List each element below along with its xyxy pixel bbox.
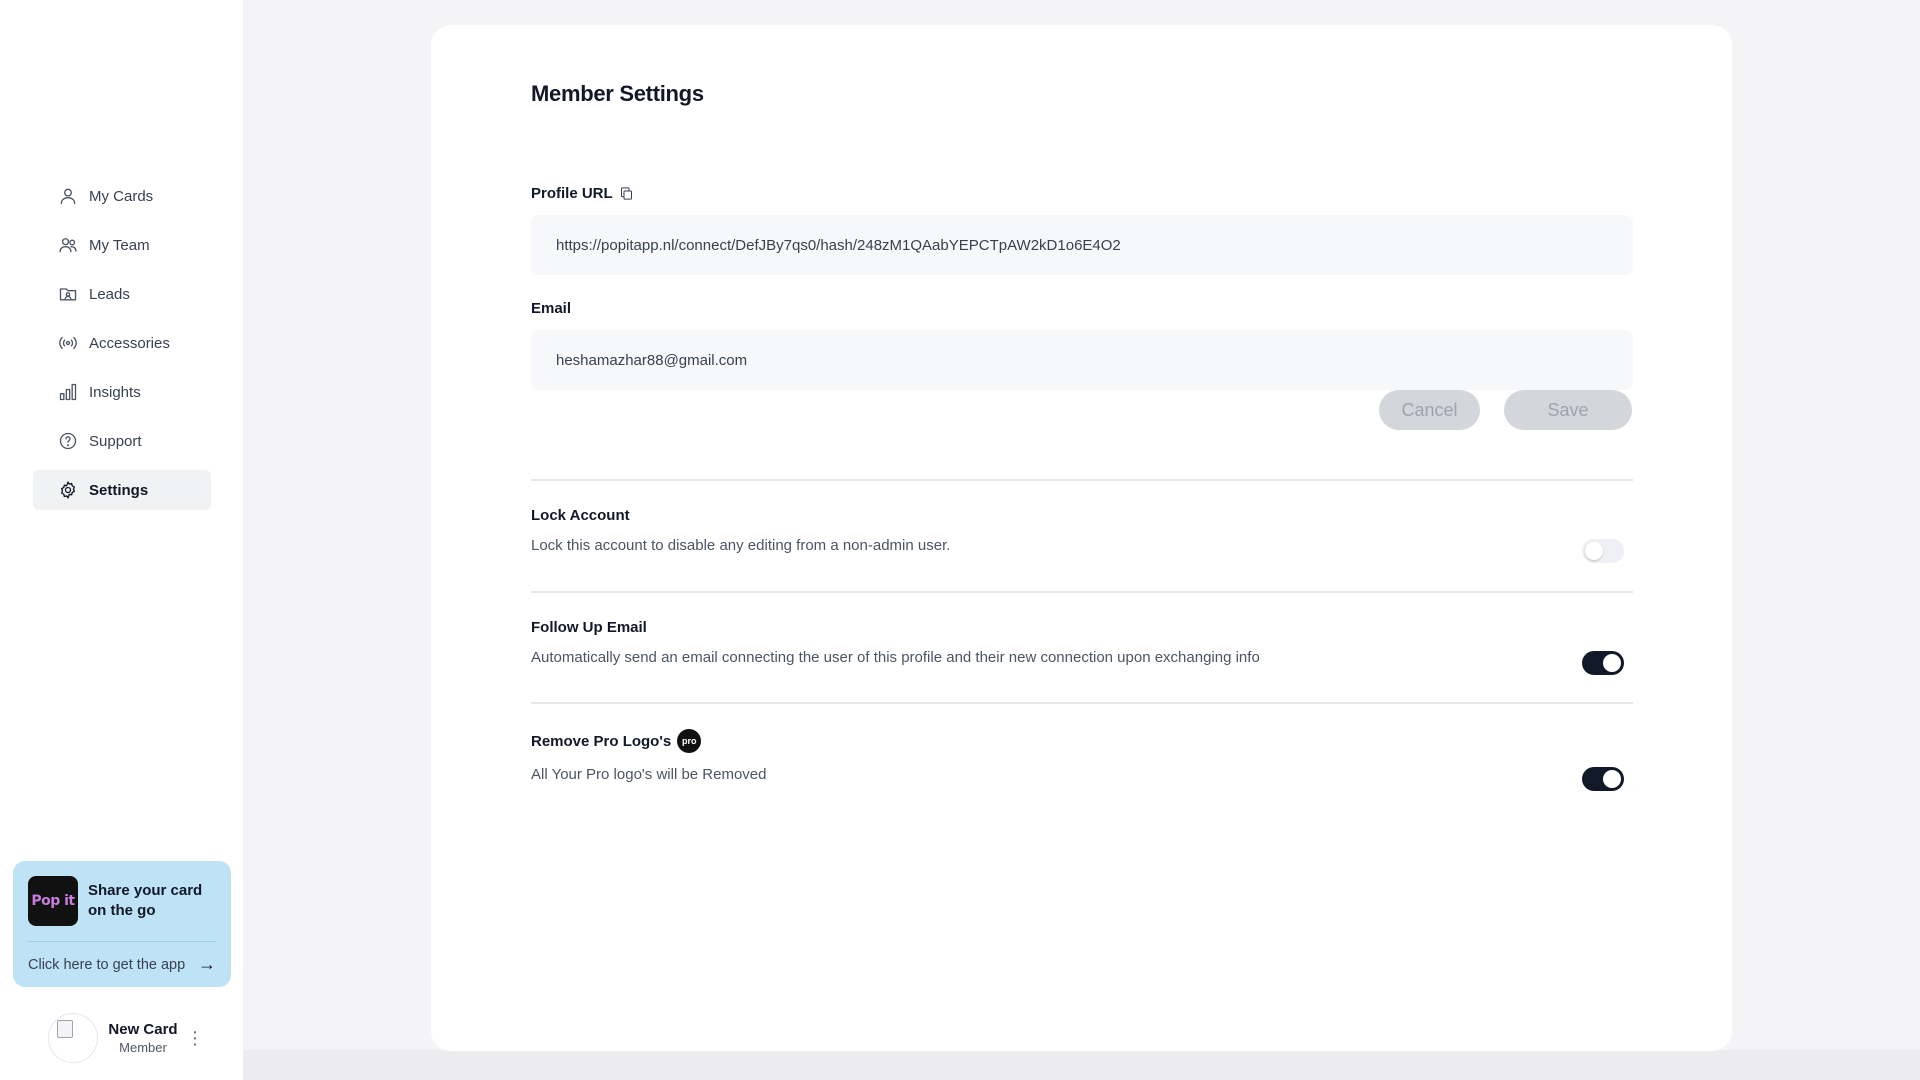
more-options-icon[interactable]: ⋮: [186, 1028, 204, 1049]
profile-url-label-text: Profile URL: [531, 185, 613, 202]
profile-url-label: Profile URL: [531, 185, 634, 202]
toggle-knob: [1603, 654, 1621, 672]
follow-up-email-title: Follow Up Email: [531, 619, 647, 636]
get-app-banner[interactable]: Pop it Share your card on the go Click h…: [13, 861, 231, 987]
avatar: [48, 1013, 98, 1063]
sidebar-item-accessories[interactable]: Accessories: [33, 323, 211, 363]
get-app-link-label: Click here to get the app: [28, 956, 186, 973]
get-app-link[interactable]: Click here to get the app →: [28, 954, 216, 975]
sidebar-item-leads[interactable]: Leads: [33, 274, 211, 314]
broadcast-icon: [58, 333, 78, 353]
arrow-right-icon: →: [198, 954, 216, 974]
toggle-knob: [1603, 770, 1621, 788]
bar-chart-icon: [58, 382, 78, 402]
promo-divider: [28, 941, 216, 942]
lock-account-toggle[interactable]: [1582, 539, 1624, 563]
team-icon: [58, 235, 78, 255]
user-name: New Card: [108, 1021, 178, 1038]
settings-panel: Member Settings Profile URL Email Cancel…: [431, 25, 1732, 1051]
footer-strip: [243, 1050, 1920, 1080]
user-profile[interactable]: New Card Member ⋮: [48, 1012, 208, 1064]
sidebar-item-label: Leads: [89, 285, 130, 303]
remove-pro-logos-toggle[interactable]: [1582, 767, 1624, 791]
sidebar-item-my-cards[interactable]: My Cards: [33, 176, 211, 216]
sidebar-item-label: My Cards: [89, 187, 154, 205]
user-icon: [58, 186, 78, 206]
gear-icon: [58, 480, 78, 500]
lock-account-description: Lock this account to disable any editing…: [531, 537, 951, 554]
divider: [531, 479, 1633, 481]
follow-up-email-description: Automatically send an email connecting t…: [531, 649, 1260, 666]
sidebar-item-insights[interactable]: Insights: [33, 372, 211, 412]
sidebar-item-support[interactable]: Support: [33, 421, 211, 461]
sidebar-nav: My Cards My Team Leads Accessories Insig…: [33, 176, 211, 519]
help-icon: [58, 431, 78, 451]
popit-logo: Pop it: [28, 876, 78, 926]
email-field[interactable]: [531, 330, 1633, 390]
remove-pro-logos-title: Remove Pro Logo's pro: [531, 729, 702, 753]
sidebar: My Cards My Team Leads Accessories Insig…: [0, 0, 243, 1080]
sidebar-item-label: Support: [89, 432, 142, 450]
sidebar-item-settings[interactable]: Settings: [33, 470, 211, 510]
lock-account-title: Lock Account: [531, 507, 630, 524]
remove-pro-logos-title-text: Remove Pro Logo's: [531, 732, 672, 750]
profile-url-input[interactable]: [556, 236, 1608, 254]
follow-up-email-toggle[interactable]: [1582, 651, 1624, 675]
user-role: Member: [119, 1040, 167, 1055]
toggle-knob: [1585, 542, 1603, 560]
email-label: Email: [531, 300, 572, 317]
sidebar-item-label: Accessories: [89, 334, 170, 352]
sidebar-item-my-team[interactable]: My Team: [33, 225, 211, 265]
sidebar-item-label: My Team: [89, 236, 150, 254]
leads-icon: [58, 284, 78, 304]
cancel-button[interactable]: Cancel: [1379, 390, 1480, 430]
divider: [531, 591, 1633, 593]
copy-icon[interactable]: [619, 186, 634, 201]
page-title: Member Settings: [531, 81, 704, 106]
sidebar-item-label: Settings: [89, 481, 149, 499]
sidebar-item-label: Insights: [89, 383, 141, 401]
promo-title: Share your card on the go: [88, 882, 203, 919]
remove-pro-logos-description: All Your Pro logo's will be Removed: [531, 766, 767, 783]
divider: [531, 702, 1633, 704]
save-button[interactable]: Save: [1504, 390, 1632, 430]
profile-url-field[interactable]: [531, 215, 1633, 275]
pro-badge-icon: pro: [677, 729, 702, 753]
email-input[interactable]: [556, 351, 1608, 369]
